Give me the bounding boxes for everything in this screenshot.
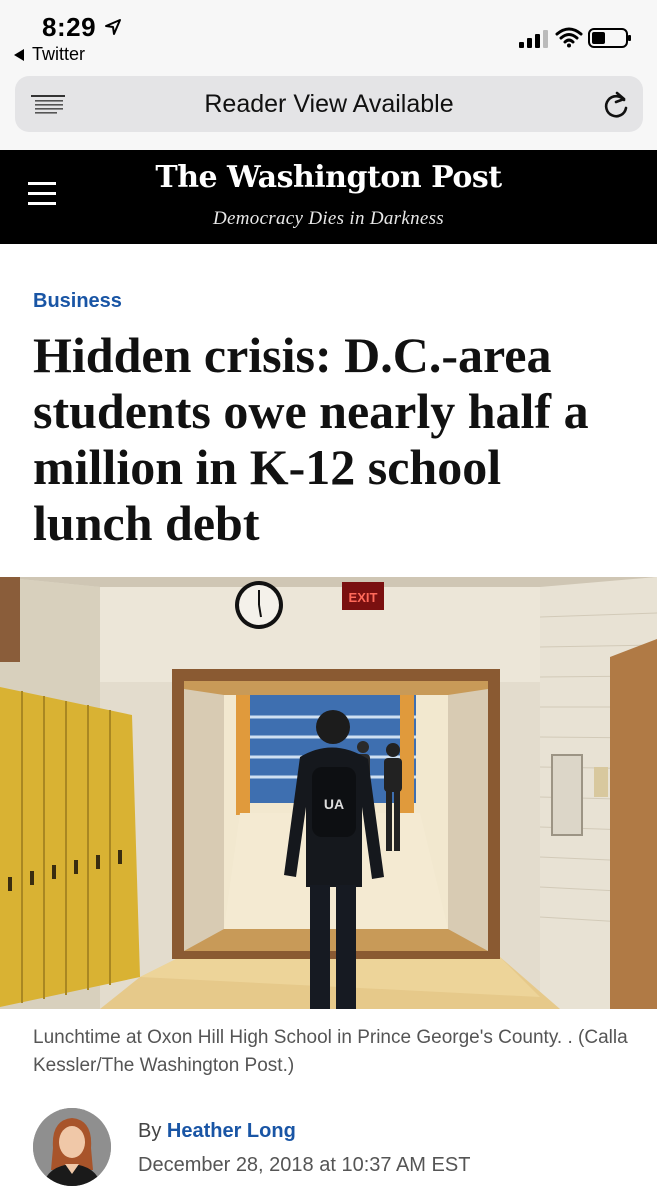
exit-sign-text: EXIT: [349, 590, 378, 605]
site-masthead[interactable]: The Washington Post: [0, 160, 657, 195]
back-triangle-icon: [14, 48, 24, 61]
author-portrait: [33, 1108, 111, 1186]
reload-icon[interactable]: [602, 90, 630, 120]
article-photo[interactable]: EXIT UA: [0, 577, 657, 1009]
byline-prefix: By: [138, 1120, 162, 1142]
author-link[interactable]: Heather Long: [167, 1120, 296, 1142]
battery-icon: [588, 28, 631, 48]
byline: By Heather Long: [138, 1120, 296, 1143]
wifi-icon: [555, 27, 583, 48]
status-time: 8:29: [42, 12, 97, 42]
reader-view-label[interactable]: Reader View Available: [15, 76, 643, 132]
back-app-label: Twitter: [32, 44, 86, 64]
site-tagline: Democracy Dies in Darkness: [213, 208, 444, 229]
location-arrow-icon: [105, 19, 121, 35]
site-header: The Washington Post Democracy Dies in Da…: [0, 150, 657, 244]
article-headline: Hidden crisis: D.C.-area students owe ne…: [33, 327, 589, 551]
publish-date: December 28, 2018 at 10:37 AM EST: [138, 1154, 471, 1176]
status-bar: 8:29 Twitter: [0, 0, 657, 70]
photo-caption: Lunchtime at Oxon Hill High School in Pr…: [33, 1027, 628, 1076]
address-bar[interactable]: Reader View Available: [15, 76, 643, 132]
hallway-illustration: EXIT UA: [0, 577, 657, 1009]
browser-toolbar: Reader View Available: [0, 70, 657, 150]
section-link[interactable]: Business: [33, 290, 122, 313]
cellular-signal-icon: [519, 30, 548, 48]
svg-text:UA: UA: [324, 796, 344, 812]
author-avatar[interactable]: [33, 1108, 111, 1186]
back-to-app-link[interactable]: Twitter: [14, 44, 85, 65]
